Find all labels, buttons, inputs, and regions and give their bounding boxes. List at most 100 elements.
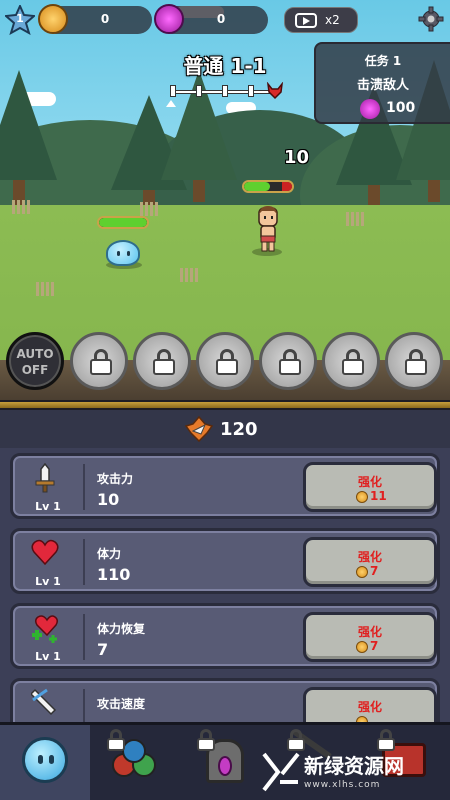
slime-eye bbox=[117, 251, 120, 256]
upgrade-name: 攻击速度 bbox=[97, 697, 146, 711]
wave-marker bbox=[222, 85, 228, 97]
wave-marker bbox=[170, 85, 176, 97]
upgrade-value: 7 bbox=[97, 640, 109, 659]
nav-tab-portal[interactable] bbox=[180, 725, 270, 800]
upgrade-level: Lv 1 bbox=[35, 575, 61, 588]
wave-marker bbox=[196, 85, 202, 97]
quest-panel[interactable]: 任务 1 击溃敌人 100 bbox=[314, 42, 450, 124]
watermark-overlay: 新绿资源网 www.xlhs.com bbox=[260, 742, 450, 800]
video-bonus-label: x2 bbox=[325, 13, 340, 27]
upgrade-button-label: 强化 bbox=[357, 475, 382, 489]
lock-icon bbox=[90, 349, 112, 375]
divider bbox=[83, 614, 85, 660]
combat-power-icon bbox=[185, 416, 213, 442]
coin-icon bbox=[356, 566, 368, 578]
play-video-icon bbox=[295, 13, 317, 28]
quest-description: 击溃敌人 bbox=[356, 78, 409, 93]
upgrade-value: 10 bbox=[97, 490, 120, 509]
upgrade-health-button[interactable]: 强化 7 bbox=[303, 537, 437, 587]
grass-tuft bbox=[12, 200, 30, 214]
hero-hp-lost bbox=[282, 182, 292, 191]
skill-slot-6[interactable] bbox=[385, 332, 443, 390]
upgrade-cost: 11 bbox=[370, 489, 387, 503]
upgrade-value: 110 bbox=[97, 565, 131, 584]
upgrade-button-label: 强化 bbox=[357, 550, 382, 564]
lock-icon bbox=[197, 729, 215, 751]
heart-icon bbox=[31, 539, 59, 566]
nav-tab-pets[interactable] bbox=[90, 725, 180, 800]
gem-reward-icon bbox=[360, 99, 380, 119]
settings-gear-icon[interactable] bbox=[418, 6, 444, 32]
grass-tuft bbox=[180, 268, 198, 282]
upgrade-button-label: 强化 bbox=[357, 700, 382, 714]
divider bbox=[83, 539, 85, 585]
combat-power-value: 120 bbox=[220, 419, 258, 440]
skill-slot-1[interactable] bbox=[70, 332, 128, 390]
divider bbox=[83, 464, 85, 510]
upgrade-button-label: 强化 bbox=[357, 625, 382, 639]
coin-counter: 0 bbox=[38, 4, 152, 34]
watermark-url: www.xlhs.com bbox=[304, 780, 381, 790]
pine-tree bbox=[0, 70, 57, 180]
player-level: 1 bbox=[16, 12, 24, 25]
speed-sword-icon bbox=[31, 688, 57, 716]
upgrade-card-regen: Lv 1 体力恢复 7 强化 7 bbox=[10, 603, 440, 669]
upgrade-name: 体力恢复 bbox=[97, 622, 146, 636]
lock-icon bbox=[153, 349, 175, 375]
enemy-hp-bar bbox=[97, 216, 149, 229]
enemy-hp-fill bbox=[99, 218, 147, 227]
auto-state-label: OFF bbox=[21, 363, 49, 377]
lock-icon bbox=[405, 349, 427, 375]
heart-regen-icon bbox=[32, 615, 59, 643]
coin-value: 0 bbox=[100, 12, 110, 26]
auto-skill-toggle[interactable]: AUTO OFF bbox=[6, 332, 64, 390]
upgrade-card-attack: Lv 1 攻击力 10 强化 11 bbox=[10, 453, 440, 519]
wave-position-indicator bbox=[166, 100, 176, 107]
video-bonus-button[interactable]: x2 bbox=[284, 7, 358, 33]
coin-icon bbox=[356, 491, 368, 503]
watermark-text: 新绿资源网 bbox=[304, 754, 404, 778]
quest-title: 任务 1 bbox=[364, 54, 402, 68]
upgrade-card-health: Lv 1 体力 110 强化 7 bbox=[10, 528, 440, 594]
gem-icon bbox=[154, 4, 184, 34]
gem-value: 0 bbox=[216, 12, 226, 26]
hero-character bbox=[258, 206, 278, 252]
lock-icon bbox=[216, 349, 238, 375]
blue-pet-icon bbox=[122, 739, 146, 763]
coin-icon bbox=[38, 4, 68, 34]
coin-icon bbox=[356, 641, 368, 653]
gold-divider bbox=[0, 400, 450, 410]
watermark-logo-icon bbox=[262, 752, 300, 792]
hero-hp-fill bbox=[244, 182, 271, 191]
hero-hp-bar bbox=[242, 180, 294, 193]
grass-tuft bbox=[346, 212, 364, 226]
upgrade-level: Lv 1 bbox=[35, 650, 61, 663]
upgrade-regen-button[interactable]: 强化 7 bbox=[303, 612, 437, 662]
slime-avatar-icon bbox=[22, 737, 68, 783]
wave-marker bbox=[248, 85, 254, 97]
auto-label: AUTO bbox=[16, 347, 54, 361]
upgrade-name: 攻击力 bbox=[97, 472, 134, 486]
quest-reward-value: 100 bbox=[386, 100, 416, 116]
lock-icon bbox=[279, 349, 301, 375]
wave-progress-track bbox=[172, 90, 270, 94]
skill-slot-4[interactable] bbox=[259, 332, 317, 390]
upgrade-attack-button[interactable]: 强化 11 bbox=[303, 462, 437, 512]
skill-slot-2[interactable] bbox=[133, 332, 191, 390]
upgrade-name: 体力 bbox=[97, 547, 122, 561]
upgrade-level: Lv 1 bbox=[35, 500, 61, 513]
upgrade-cost: 7 bbox=[370, 639, 379, 653]
boss-demon-icon bbox=[266, 82, 284, 100]
grass-tuft bbox=[36, 282, 54, 296]
skill-slot-5[interactable] bbox=[322, 332, 380, 390]
slime-eye bbox=[127, 251, 130, 256]
lock-icon bbox=[107, 729, 125, 751]
grass-tuft bbox=[140, 202, 158, 216]
sword-icon bbox=[35, 463, 55, 493]
upgrade-cost: 7 bbox=[370, 564, 379, 578]
slime-enemy bbox=[106, 240, 140, 266]
stage-title: 普通 1-1 bbox=[183, 54, 267, 78]
nav-tab-character[interactable] bbox=[0, 725, 90, 800]
skill-slot-3[interactable] bbox=[196, 332, 254, 390]
gem-counter: 0 bbox=[154, 4, 268, 34]
